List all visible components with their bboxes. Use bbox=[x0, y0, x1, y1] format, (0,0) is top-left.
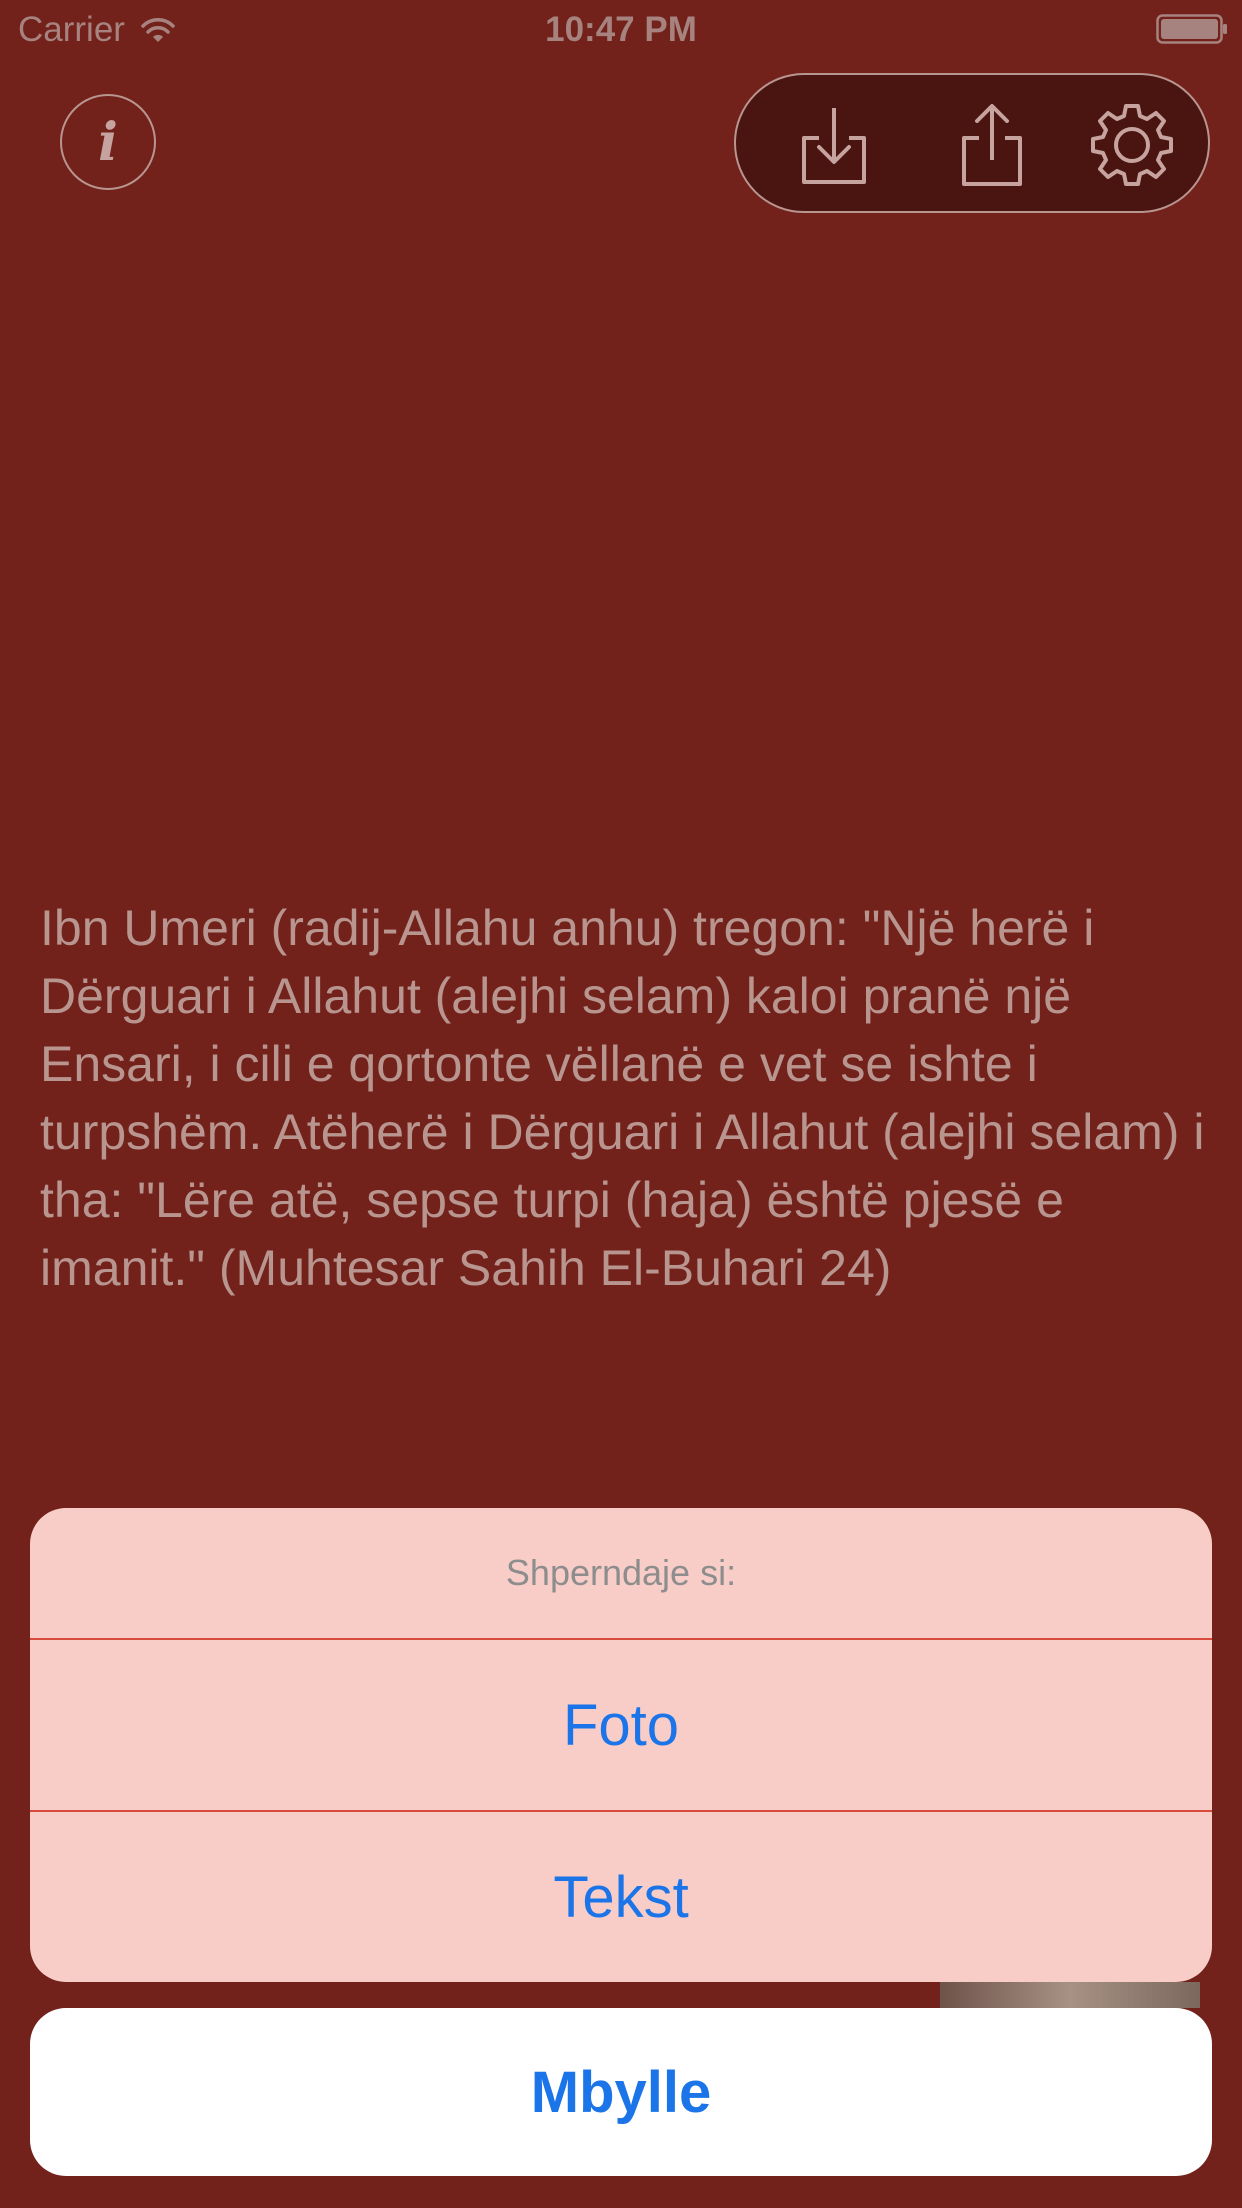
share-button[interactable] bbox=[942, 95, 1042, 195]
download-button[interactable] bbox=[784, 95, 884, 195]
settings-button[interactable] bbox=[1082, 95, 1182, 195]
info-button[interactable]: i bbox=[60, 94, 156, 190]
action-sheet-title: Shperndaje si: bbox=[30, 1508, 1212, 1640]
download-icon bbox=[802, 108, 866, 184]
gear-icon bbox=[1091, 104, 1173, 186]
close-button[interactable]: Mbylle bbox=[30, 2008, 1212, 2176]
info-icon: i bbox=[98, 111, 118, 173]
share-as-photo-button[interactable]: Foto bbox=[30, 1640, 1212, 1812]
status-bar: Carrier 10:47 PM bbox=[0, 0, 1242, 60]
battery-icon bbox=[1156, 14, 1227, 44]
share-icon bbox=[962, 104, 1022, 186]
background-image-peek bbox=[940, 1982, 1200, 2008]
share-action-sheet: Shperndaje si: Foto Tekst bbox=[30, 1508, 1212, 1982]
hadith-text: Ibn Umeri (radij-Allahu anhu) tregon: "N… bbox=[40, 900, 1205, 1296]
top-toolbar bbox=[734, 73, 1210, 213]
share-as-text-button[interactable]: Tekst bbox=[30, 1812, 1212, 1982]
status-time: 10:47 PM bbox=[545, 10, 697, 49]
